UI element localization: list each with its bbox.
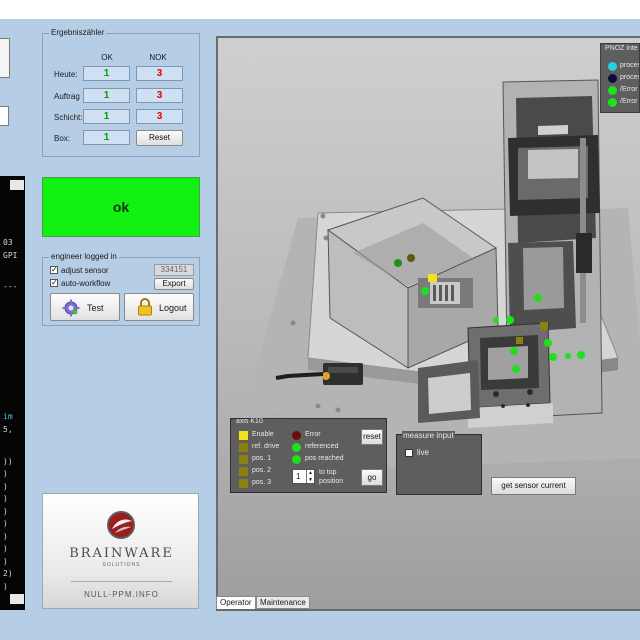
- axis-reset-button[interactable]: reset: [361, 429, 383, 445]
- console-scroll-thumb-bottom[interactable]: [10, 594, 24, 604]
- logo-divider: [71, 581, 172, 582]
- export-button[interactable]: Export: [154, 278, 194, 290]
- auto-workflow-checkbox[interactable]: ✓: [50, 279, 58, 287]
- enable-indicator[interactable]: [239, 431, 248, 440]
- to-top-label: to top: [319, 469, 337, 476]
- pos3-label: pos. 3: [252, 479, 272, 486]
- error-led: [292, 431, 301, 440]
- measure-title: measure input: [402, 431, 455, 440]
- console-line: ): [3, 557, 8, 566]
- auto-workflow-label: auto-workflow: [61, 279, 111, 288]
- counter-row-label: Auftrag: [54, 92, 80, 101]
- measure-input-panel: measure input live: [396, 431, 482, 495]
- legend-label: proces: [620, 74, 640, 81]
- title-strip: [0, 0, 640, 19]
- pos2-label: pos. 2: [252, 467, 272, 474]
- gear-icon: [62, 299, 80, 317]
- axis-k10-panel: axis K10 Enable ref. drive pos. 1 pos. 2…: [230, 418, 387, 493]
- position-label: position: [319, 478, 344, 485]
- counter-reset-button[interactable]: Reset: [136, 130, 183, 146]
- referenced-label: referenced: [305, 443, 339, 450]
- console-line: ): [3, 582, 8, 591]
- brainware-logo: BRAINWARE SOLUTIONS NULL-PPM.INFO: [42, 493, 199, 609]
- counter-row-label: Box:: [54, 134, 71, 143]
- pos3-indicator[interactable]: [239, 479, 248, 488]
- stepper-up-icon[interactable]: ▲: [306, 470, 314, 477]
- left-panel-button[interactable]: [0, 38, 10, 78]
- error-label: Error: [305, 431, 321, 438]
- legend-label: /Error: [620, 98, 638, 105]
- logo-url: NULL-PPM.INFO: [84, 590, 159, 599]
- logout-button[interactable]: Logout: [124, 293, 194, 321]
- pos-reached-label: pos reached: [305, 455, 344, 462]
- test-button[interactable]: Test: [50, 293, 120, 321]
- engineer-title: engineer logged in: [49, 252, 119, 261]
- left-panel-field[interactable]: [0, 106, 9, 126]
- stepper-down-icon[interactable]: ▼: [306, 477, 314, 483]
- counter-ok-value: 1: [83, 66, 130, 81]
- console-line: ): [3, 507, 8, 516]
- pos1-label: pos. 1: [252, 455, 272, 462]
- brainware-emblem: [107, 511, 135, 539]
- console-scrollbar[interactable]: [10, 176, 24, 610]
- get-sensor-current-button[interactable]: get sensor current: [491, 477, 576, 495]
- enable-label: Enable: [252, 431, 274, 438]
- console-line: ): [3, 482, 8, 491]
- counter-col-nok: NOK: [149, 53, 167, 62]
- test-button-label: Test: [87, 303, 104, 313]
- lock-icon: [138, 298, 152, 316]
- ref-drive-indicator[interactable]: [239, 443, 248, 452]
- adjust-sensor-label: adjust sensor: [61, 266, 109, 275]
- counter-title: Ergebniszähler: [49, 28, 107, 37]
- logout-button-label: Logout: [159, 303, 187, 313]
- go-button[interactable]: go: [361, 469, 383, 486]
- axis-title: axis K10: [236, 418, 263, 425]
- pos1-indicator[interactable]: [239, 455, 248, 464]
- counter-nok-value: 3: [136, 88, 183, 103]
- legend-label: /Error: [620, 86, 638, 93]
- pos2-indicator[interactable]: [239, 467, 248, 476]
- legend-dot: [608, 98, 617, 107]
- pos-reached-led: [292, 455, 301, 464]
- legend-dot: [608, 86, 617, 95]
- tab-operator[interactable]: Operator: [216, 596, 256, 609]
- machine-render: [248, 79, 640, 468]
- counter-row-label: Schicht:: [54, 113, 83, 122]
- counter-col-ok: OK: [101, 53, 113, 62]
- console-line: ): [3, 519, 8, 528]
- counter-nok-value: 3: [136, 66, 183, 81]
- logo-brand: BRAINWARE: [69, 546, 174, 561]
- position-stepper-value: 1: [296, 472, 301, 481]
- status-ok-indicator: ok: [42, 177, 200, 237]
- console-line: ): [3, 532, 8, 541]
- position-stepper[interactable]: 1 ▲ ▼: [292, 469, 315, 484]
- console-line: ): [3, 494, 8, 503]
- counter-ok-value: 1: [83, 130, 130, 145]
- pnoz-legend: PNOZ inte proces proces /Error /Error: [600, 43, 640, 113]
- engineer-id-field: 334151: [154, 264, 194, 276]
- counter-row-label: Heute:: [54, 70, 78, 79]
- tab-maintenance[interactable]: Maintenance: [256, 596, 310, 609]
- legend-dot: [608, 74, 617, 83]
- pnoz-legend-title: PNOZ inte: [605, 45, 638, 52]
- machine-3d-viewport[interactable]: [216, 36, 640, 611]
- ref-drive-label: ref. drive: [252, 443, 280, 450]
- adjust-sensor-checkbox[interactable]: ✓: [50, 266, 58, 274]
- counter-nok-value: 3: [136, 109, 183, 124]
- counter-ok-value: 1: [83, 88, 130, 103]
- counter-ok-value: 1: [83, 109, 130, 124]
- logo-sub: SOLUTIONS: [102, 562, 141, 568]
- console-line: ): [3, 469, 8, 478]
- console-line: ): [3, 544, 8, 553]
- legend-dot: [608, 62, 617, 71]
- live-checkbox[interactable]: [405, 449, 413, 457]
- legend-label: proces: [620, 62, 640, 69]
- console-scroll-thumb-top[interactable]: [10, 180, 24, 190]
- referenced-led: [292, 443, 301, 452]
- live-label: live: [417, 448, 430, 457]
